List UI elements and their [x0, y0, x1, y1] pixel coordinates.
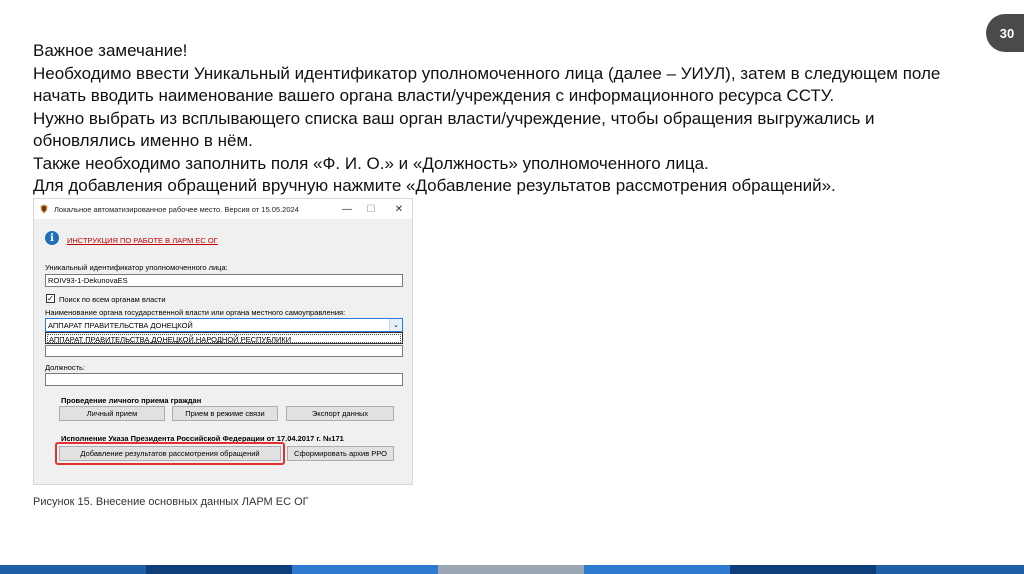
- position-label: Должность:: [45, 363, 86, 372]
- note-heading: Важное замечание!: [33, 41, 188, 60]
- bar-segment: [876, 565, 1024, 574]
- org-combobox-value: АППАРАТ ПРАВИТЕЛЬСТВА ДОНЕЦКОЙ: [48, 321, 193, 330]
- export-data-button[interactable]: Экспорт данных: [286, 406, 394, 421]
- window-titlebar[interactable]: Локальное автоматизированное рабочее мес…: [34, 199, 412, 219]
- remote-reception-button[interactable]: Прием в режиме связи: [172, 406, 278, 421]
- org-combobox[interactable]: АППАРАТ ПРАВИТЕЛЬСТВА ДОНЕЦКОЙ ⌄: [45, 318, 403, 332]
- uiul-input[interactable]: ROIV93-1-DekunovaES: [45, 274, 403, 287]
- search-all-checkbox[interactable]: ✓: [46, 294, 55, 303]
- bar-segment: [146, 565, 292, 574]
- slide-body-text: Важное замечание! Необходимо ввести Уник…: [33, 40, 963, 198]
- bar-segment: [584, 565, 730, 574]
- note-line: Для добавления обращений вручную нажмите…: [33, 176, 836, 195]
- bar-segment: [292, 565, 438, 574]
- note-line: Также необходимо заполнить поля «Ф. И. О…: [33, 153, 709, 173]
- close-button[interactable]: ✕: [392, 202, 406, 216]
- bar-segment: [438, 565, 584, 574]
- uiul-label: Уникальный идентификатор уполномоченного…: [45, 263, 228, 272]
- maximize-button[interactable]: ☐: [364, 202, 378, 216]
- org-suggestion-item[interactable]: АППАРАТ ПРАВИТЕЛЬСТВА ДОНЕЦКОЙ НАРОДНОЙ …: [47, 334, 401, 344]
- note-line: Необходимо ввести Уникальный идентификат…: [33, 63, 941, 83]
- add-results-button[interactable]: Добавление результатов рассмотрения обра…: [59, 446, 281, 461]
- window-title: Локальное автоматизированное рабочее мес…: [54, 205, 299, 214]
- chevron-down-icon[interactable]: ⌄: [389, 319, 402, 331]
- slide-number: 30: [999, 25, 1015, 41]
- reception-group-title: Проведение личного приема граждан: [61, 396, 202, 405]
- coat-of-arms-icon: [40, 204, 48, 214]
- minimize-button[interactable]: —: [340, 202, 354, 216]
- slide-number-badge: 30: [986, 14, 1024, 52]
- bar-segment: [0, 565, 146, 574]
- bottom-color-bar: [0, 565, 1024, 574]
- bar-segment: [730, 565, 876, 574]
- info-icon: i: [45, 231, 59, 245]
- note-line: начать вводить наименование вашего орган…: [33, 86, 835, 105]
- org-label: Наименование органа государственной влас…: [45, 308, 346, 317]
- position-input[interactable]: [45, 373, 403, 386]
- search-all-label[interactable]: Поиск по всем органам власти: [59, 295, 166, 304]
- fio-input[interactable]: [45, 345, 403, 357]
- personal-reception-button[interactable]: Личный прием: [59, 406, 165, 421]
- instruction-link[interactable]: ИНСТРУКЦИЯ ПО РАБОТЕ В ЛАРМ ЕС ОГ: [67, 236, 218, 245]
- archive-rro-button[interactable]: Сформировать архив РРО: [287, 446, 394, 461]
- note-line: Нужно выбрать из всплывающего списка ваш…: [33, 108, 875, 128]
- figure-caption: Рисунок 15. Внесение основных данных ЛАР…: [33, 496, 309, 508]
- org-suggestion-list: АППАРАТ ПРАВИТЕЛЬСТВА ДОНЕЦКОЙ НАРОДНОЙ …: [45, 332, 403, 344]
- note-line: обновлялись именно в нём.: [33, 131, 253, 150]
- larm-window: Локальное автоматизированное рабочее мес…: [33, 198, 413, 485]
